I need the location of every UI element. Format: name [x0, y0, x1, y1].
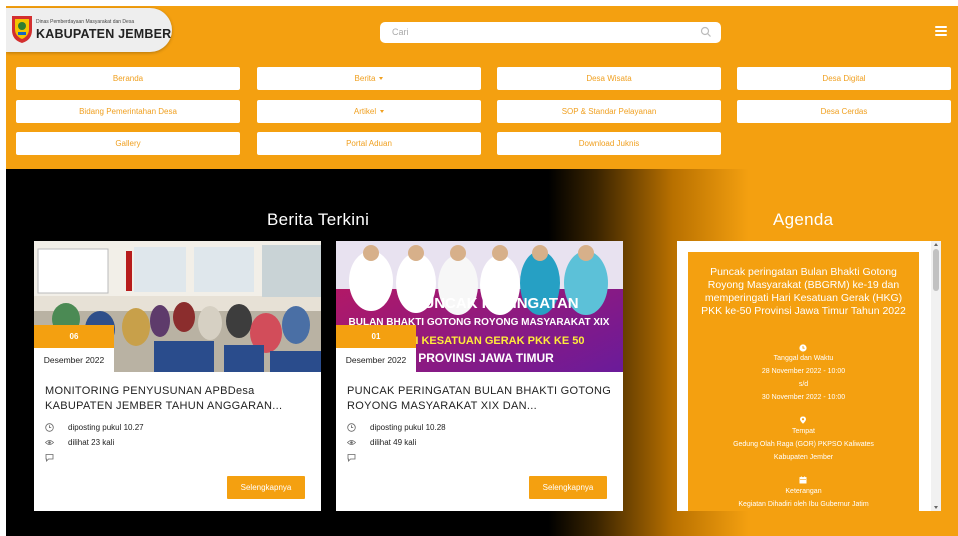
nav-sop-label: SOP & Standar Pelayanan: [561, 107, 657, 116]
nav-desa-digital-label: Desa Digital: [822, 74, 866, 83]
read-more-button[interactable]: Selengkapnya: [529, 476, 607, 499]
nav-desa-wisata[interactable]: Desa Wisata: [497, 67, 721, 90]
comment-icon: [347, 454, 356, 462]
nav-berita[interactable]: Berita: [257, 67, 481, 90]
date-month: Desember 2022: [34, 348, 114, 372]
news-image[interactable]: 06 Desember 2022: [34, 241, 321, 372]
comment-count: [347, 453, 370, 462]
banner-line-3: HARI KESATUAN GERAK PKK KE 50: [392, 335, 585, 347]
comment-count: [45, 453, 68, 462]
search-icon[interactable]: [700, 26, 712, 38]
view-count: dilihat 49 kali: [347, 438, 416, 447]
clock-icon: [799, 344, 807, 352]
news-image[interactable]: PUNCAK PERINGATAN BULAN BHAKTI GOTONG RO…: [336, 241, 623, 372]
views-text: dilihat 23 kali: [68, 438, 115, 447]
agenda-scrollbar[interactable]: [931, 241, 941, 511]
read-more-button[interactable]: Selengkapnya: [227, 476, 305, 499]
page: Dinas Pemberdayaan Masyarakat dan Desa K…: [6, 6, 958, 536]
agenda-place-line-1: Gedung Olah Raga (GOR) PKPSO Kaliwates: [733, 441, 874, 448]
logo-title: KABUPATEN JEMBER: [36, 27, 172, 41]
clock-icon: [45, 423, 54, 432]
nav-bidang-pemerintahan[interactable]: Bidang Pemerintahan Desa: [16, 100, 240, 123]
posted-time: diposting pukul 10.28: [347, 423, 446, 432]
posted-time: diposting pukul 10.27: [45, 423, 144, 432]
nav-gallery-label: Gallery: [115, 139, 141, 148]
scrollbar-thumb[interactable]: [933, 249, 939, 291]
date-badge: 06 Desember 2022: [34, 325, 114, 372]
agenda-event-title[interactable]: Puncak peringatan Bulan Bhakti Gotong Ro…: [694, 266, 913, 318]
posted-text: diposting pukul 10.28: [370, 423, 446, 432]
chevron-down-icon: [379, 77, 384, 80]
news-card[interactable]: PUNCAK PERINGATAN BULAN BHAKTI GOTONG RO…: [336, 241, 623, 511]
view-count: dilihat 23 kali: [45, 438, 114, 447]
calendar-icon: [799, 476, 807, 484]
banner-line-1: PUNCAK PERINGATAN: [413, 295, 578, 312]
nav-sop[interactable]: SOP & Standar Pelayanan: [497, 100, 721, 123]
nav-desa-cerdas[interactable]: Desa Cerdas: [737, 100, 951, 123]
agenda-note-line-1: Kegiatan Dihadiri oleh Ibu Gubernur Jati…: [738, 501, 869, 508]
nav-desa-wisata-label: Desa Wisata: [586, 74, 632, 83]
map-marker-icon: [800, 416, 806, 424]
posted-text: diposting pukul 10.27: [68, 423, 144, 432]
nav-gallery[interactable]: Gallery: [16, 132, 240, 155]
scroll-up-arrow-icon[interactable]: [934, 243, 938, 246]
logo-subtitle: Dinas Pemberdayaan Masyarakat dan Desa: [36, 19, 135, 25]
site-header: Dinas Pemberdayaan Masyarakat dan Desa K…: [6, 6, 958, 169]
comment-icon: [45, 454, 54, 462]
berita-section-title: Berita Terkini: [267, 210, 370, 229]
clock-icon: [347, 423, 356, 432]
news-title[interactable]: PUNCAK PERINGATAN BULAN BHAKTI GOTONG RO…: [347, 384, 615, 414]
agenda-note-label: Keterangan: [785, 488, 822, 495]
agenda-place-label: Tempat: [792, 428, 815, 435]
date-badge: 01 Desember 2022: [336, 325, 416, 372]
nav-download-juknis[interactable]: Download Juknis: [497, 132, 721, 155]
main-content: Berita Terkini Agenda 06 Desember 2022 M…: [6, 169, 958, 536]
nav-beranda-label: Beranda: [112, 74, 144, 83]
nav-artikel[interactable]: Artikel: [257, 100, 481, 123]
agenda-place-line-2: Kabupaten Jember: [773, 454, 834, 461]
search-placeholder: Cari: [392, 27, 409, 37]
agenda-time-separator: s/d: [798, 381, 809, 388]
nav-portal-aduan[interactable]: Portal Aduan: [257, 132, 481, 155]
nav-artikel-label: Artikel: [353, 107, 377, 116]
agenda-time-label: Tanggal dan Waktu: [773, 355, 834, 362]
nav-bidang-label: Bidang Pemerintahan Desa: [79, 107, 177, 116]
search-input[interactable]: Cari: [380, 22, 721, 43]
agenda-panel[interactable]: Puncak peringatan Bulan Bhakti Gotong Ro…: [677, 241, 941, 511]
nav-desa-cerdas-label: Desa Cerdas: [820, 107, 868, 116]
date-month: Desember 2022: [336, 348, 416, 372]
nav-portal-label: Portal Aduan: [346, 139, 392, 148]
nav-desa-digital[interactable]: Desa Digital: [737, 67, 951, 90]
nav-berita-label: Berita: [354, 74, 376, 83]
news-card[interactable]: 06 Desember 2022 MONITORING PENYUSUNAN A…: [34, 241, 321, 511]
chevron-down-icon: [380, 110, 385, 113]
eye-icon: [347, 440, 356, 445]
hamburger-icon[interactable]: [935, 26, 947, 36]
agenda-time-end: 30 November 2022 - 10:00: [761, 394, 846, 401]
agenda-item[interactable]: Puncak peringatan Bulan Bhakti Gotong Ro…: [688, 252, 919, 511]
news-title[interactable]: MONITORING PENYUSUNAN APBDesa KABUPATEN …: [45, 384, 313, 414]
eye-icon: [45, 440, 54, 445]
nav-beranda[interactable]: Beranda: [16, 67, 240, 90]
date-day: 01: [336, 325, 416, 348]
nav-download-label: Download Juknis: [578, 139, 640, 148]
agenda-section-title: Agenda: [773, 210, 834, 229]
jember-emblem-icon: [12, 16, 32, 43]
site-logo[interactable]: Dinas Pemberdayaan Masyarakat dan Desa K…: [6, 8, 172, 52]
scroll-down-arrow-icon[interactable]: [934, 506, 938, 509]
views-text: dilihat 49 kali: [370, 438, 417, 447]
date-day: 06: [34, 325, 114, 348]
banner-line-4: PROVINSI JAWA TIMUR: [418, 351, 554, 365]
agenda-time-start: 28 November 2022 - 10:00: [761, 368, 846, 375]
